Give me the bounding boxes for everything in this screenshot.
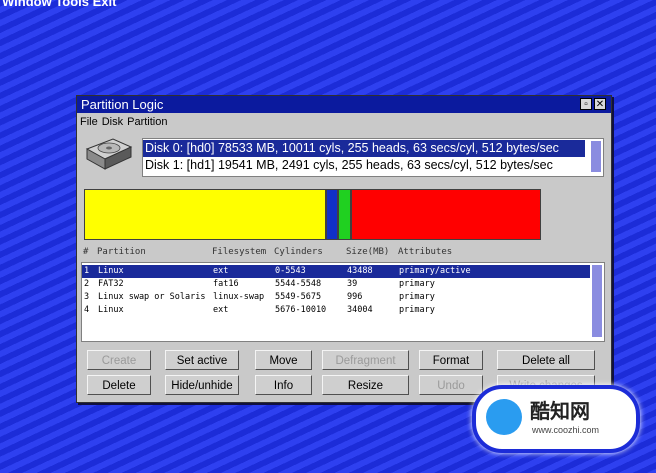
- create-button[interactable]: Create: [87, 350, 151, 370]
- partition-table-body: 1 Linux ext 0-5543 43488 primary/active …: [81, 262, 605, 342]
- row-cylinders: 5544-5548: [275, 279, 322, 289]
- disk-list[interactable]: Disk 0: [hd0] 78533 MB, 10011 cyls, 255 …: [142, 138, 604, 177]
- watermark-text: 酷知网: [530, 401, 590, 423]
- row-number: 1: [84, 266, 90, 276]
- row-filesystem: ext: [213, 266, 229, 276]
- window-title: Partition Logic: [81, 97, 164, 112]
- delete-all-button[interactable]: Delete all: [497, 350, 595, 370]
- header-number: #: [83, 247, 89, 257]
- hard-disk-icon: [85, 138, 133, 170]
- row-partition: Linux: [98, 266, 124, 276]
- menu-partition[interactable]: Partition: [127, 116, 167, 128]
- partition-logic-window: Partition Logic ▫ ✕ File Disk Partition Di…: [76, 95, 612, 403]
- partition-1-segment[interactable]: [84, 189, 326, 240]
- top-menu-text[interactable]: Window Tools Exit: [2, 0, 116, 9]
- row-filesystem: linux-swap: [213, 292, 265, 302]
- row-partition: Linux swap or Solaris: [98, 292, 206, 302]
- header-partition: Partition: [97, 247, 146, 257]
- menu-file[interactable]: File: [80, 116, 98, 128]
- format-button[interactable]: Format: [419, 350, 483, 370]
- partition-4-segment[interactable]: [351, 189, 541, 240]
- row-size: 996: [347, 292, 363, 302]
- partition-table-scrollbar[interactable]: [592, 265, 602, 337]
- row-cylinders: 5549-5675: [275, 292, 322, 302]
- table-row[interactable]: 4 Linux ext 5676-10010 34004 primary: [82, 304, 590, 317]
- menu-bar: File Disk Partition: [80, 116, 171, 128]
- row-filesystem: fat16: [213, 279, 239, 289]
- header-attributes: Attributes: [398, 247, 453, 257]
- partition-2-segment[interactable]: [326, 189, 338, 240]
- disk-1-item[interactable]: Disk 1: [hd1] 19541 MB, 2491 cyls, 255 h…: [143, 157, 585, 174]
- partition-map: [84, 189, 541, 240]
- resize-button[interactable]: Resize: [322, 375, 409, 395]
- delete-button[interactable]: Delete: [87, 375, 151, 395]
- table-row[interactable]: 3 Linux swap or Solaris linux-swap 5549-…: [82, 291, 590, 304]
- row-number: 2: [84, 279, 90, 289]
- row-number: 3: [84, 292, 90, 302]
- set-active-button[interactable]: Set active: [165, 350, 239, 370]
- row-size: 34004: [347, 305, 373, 315]
- row-attributes: primary: [399, 279, 435, 289]
- table-row[interactable]: 1 Linux ext 0-5543 43488 primary/active: [82, 265, 590, 278]
- title-bar[interactable]: Partition Logic ▫ ✕: [77, 96, 611, 113]
- watermark-badge: 酷知网 www.coozhi.com: [472, 385, 640, 453]
- partition-3-segment[interactable]: [338, 189, 351, 240]
- top-menu: Window Tools Exit: [0, 0, 656, 10]
- hide-unhide-button[interactable]: Hide/unhide: [165, 375, 239, 395]
- row-filesystem: ext: [213, 305, 229, 315]
- row-partition: Linux: [98, 305, 124, 315]
- row-cylinders: 0-5543: [275, 266, 306, 276]
- move-button[interactable]: Move: [255, 350, 312, 370]
- partition-table-header: # Partition Filesystem Cylinders Size(MB…: [81, 246, 601, 260]
- watermark-url: www.coozhi.com: [532, 425, 600, 435]
- row-attributes: primary/active: [399, 266, 471, 276]
- header-filesystem: Filesystem: [212, 247, 267, 257]
- minimize-button[interactable]: ▫: [580, 98, 592, 110]
- row-partition: FAT32: [98, 279, 124, 289]
- row-size: 39: [347, 279, 358, 289]
- row-number: 4: [84, 305, 90, 315]
- disk-0-item[interactable]: Disk 0: [hd0] 78533 MB, 10011 cyls, 255 …: [143, 140, 585, 157]
- defragment-button[interactable]: Defragment: [322, 350, 409, 370]
- row-size: 43488: [347, 266, 373, 276]
- table-row[interactable]: 2 FAT32 fat16 5544-5548 39 primary: [82, 278, 590, 291]
- header-cylinders: Cylinders: [274, 247, 323, 257]
- watermark-logo-icon: [486, 399, 522, 435]
- menu-disk[interactable]: Disk: [102, 116, 123, 128]
- info-button[interactable]: Info: [255, 375, 312, 395]
- undo-button[interactable]: Undo: [419, 375, 483, 395]
- row-attributes: primary: [399, 305, 435, 315]
- close-button[interactable]: ✕: [594, 98, 606, 110]
- row-cylinders: 5676-10010: [275, 305, 327, 315]
- row-attributes: primary: [399, 292, 435, 302]
- header-size: Size(MB): [346, 247, 390, 257]
- disk-list-scrollbar[interactable]: [591, 141, 601, 172]
- partition-table: # Partition Filesystem Cylinders Size(MB…: [81, 246, 605, 342]
